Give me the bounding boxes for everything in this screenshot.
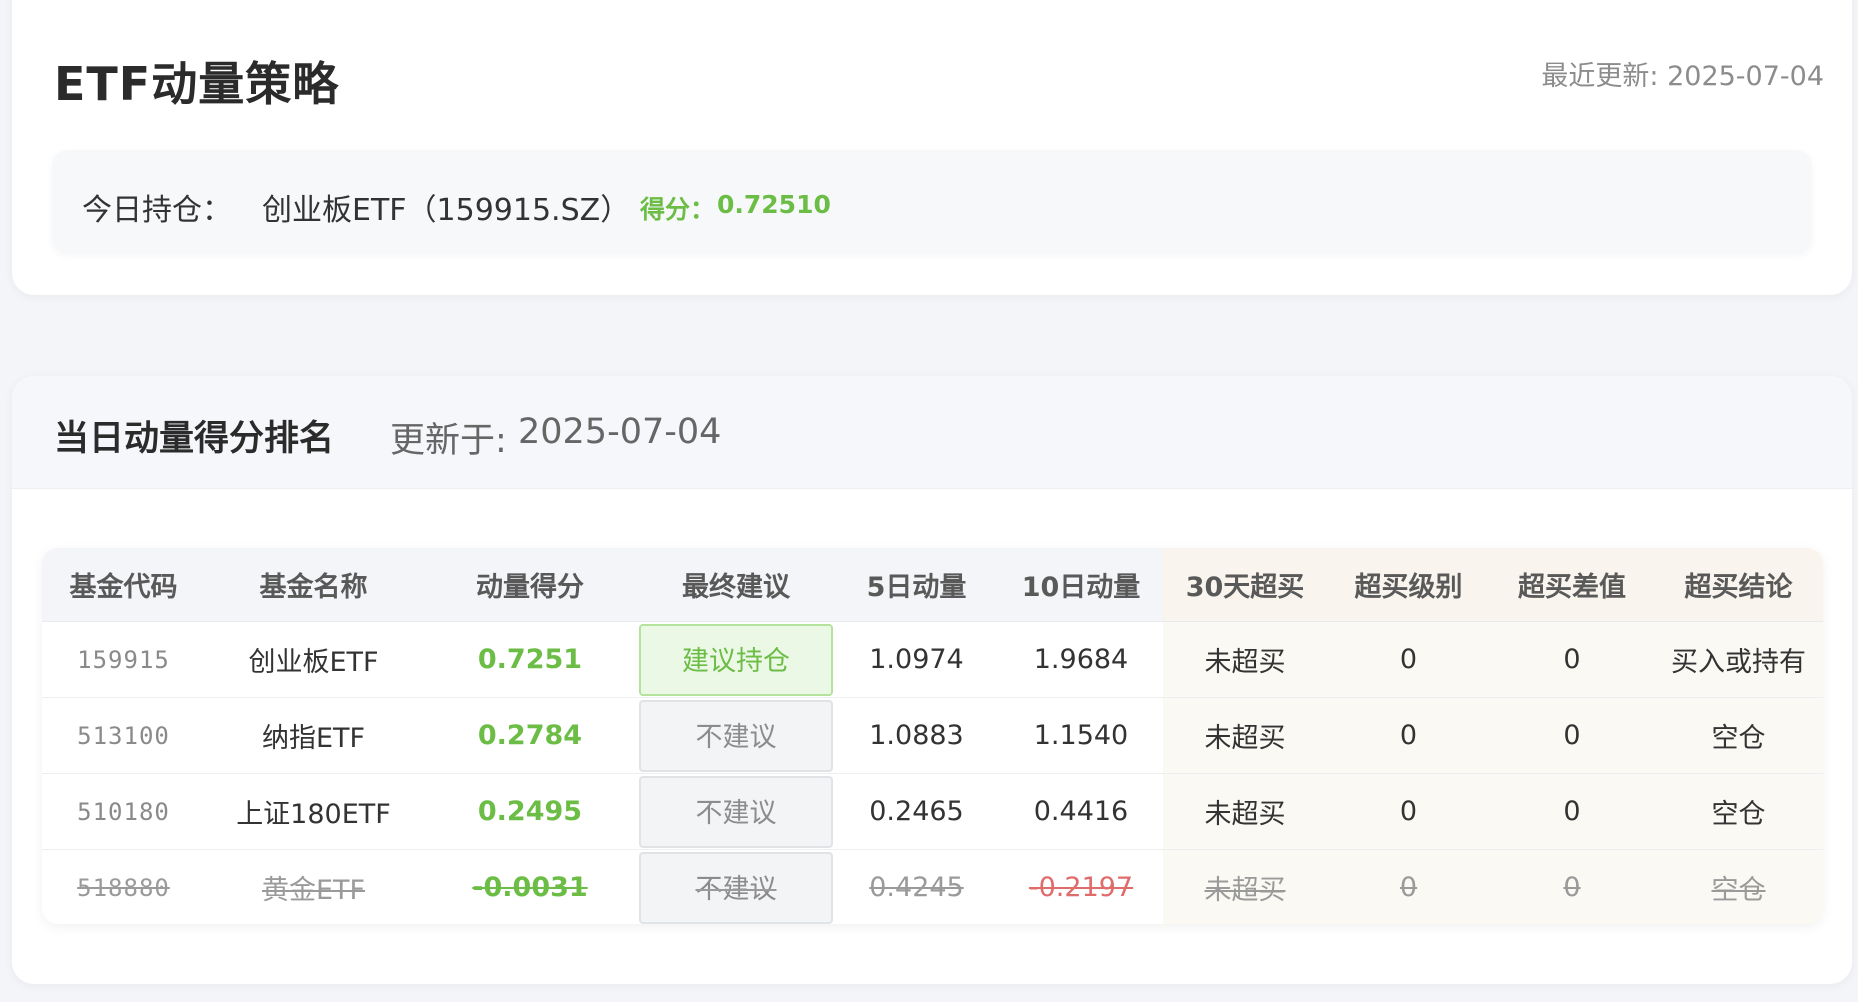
cell-name: 黄金ETF — [261, 875, 366, 906]
col-header-10d-momentum[interactable]: 10日动量 — [999, 548, 1163, 622]
col-header-name[interactable]: 基金名称 — [205, 548, 422, 622]
col-header-score[interactable]: 动量得分 — [422, 548, 638, 622]
cell-30d-overbought: 未超买 — [1163, 621, 1327, 698]
col-header-overbought-level[interactable]: 超买级别 — [1327, 548, 1490, 622]
cell-score: 0.7251 — [422, 621, 638, 698]
table-row[interactable]: 513100 纳指ETF 0.2784 不建议 1.0883 1.1540 未超… — [42, 697, 1823, 774]
cell-code: 518880 — [77, 873, 170, 902]
col-header-overbought-conclusion[interactable]: 超买结论 — [1654, 548, 1823, 622]
col-header-code[interactable]: 基金代码 — [42, 548, 205, 622]
cell-name: 创业板ETF — [205, 621, 422, 698]
cell-5d-momentum: 0.2465 — [834, 773, 999, 850]
cell-overbought-diff: 0 — [1490, 773, 1654, 850]
cell-30d-overbought: 未超买 — [1163, 773, 1327, 850]
cell-5d-momentum: 0.4245 — [869, 872, 964, 903]
strategy-summary-card: ETF动量策略 最近更新: 2025-07-04 今日持仓： 创业板ETF（15… — [12, 0, 1852, 295]
cell-30d-overbought: 未超买 — [1163, 849, 1327, 924]
cell-advice: 不建议 — [638, 697, 834, 774]
ranking-table-container[interactable]: 基金代码 基金名称 动量得分 最终建议 5日动量 10日动量 30天超买 超买级… — [42, 548, 1823, 924]
cell-advice: 不建议 — [638, 850, 834, 925]
cell-code: 513100 — [42, 697, 205, 774]
col-header-30d-overbought[interactable]: 30天超买 — [1163, 548, 1327, 622]
cell-overbought-conclusion: 空仓 — [1654, 697, 1823, 774]
table-row[interactable]: 159915 创业板ETF 0.7251 建议持仓 1.0974 1.9684 … — [42, 621, 1823, 698]
cell-overbought-conclusion: 空仓 — [1654, 849, 1823, 924]
ranking-updated-label: 更新于: — [390, 421, 507, 461]
col-header-5d-momentum[interactable]: 5日动量 — [834, 548, 999, 622]
cell-code: 510180 — [42, 773, 205, 850]
page-title: ETF动量策略 — [54, 57, 340, 111]
cell-score: 0.2495 — [422, 773, 638, 850]
ranking-table: 基金代码 基金名称 动量得分 最终建议 5日动量 10日动量 30天超买 超买级… — [42, 548, 1823, 924]
cell-10d-momentum: 0.4416 — [999, 773, 1163, 850]
ranking-updated-date: 2025-07-04 — [518, 412, 722, 452]
holding-label: 今日持仓： — [82, 193, 232, 228]
cell-name: 上证180ETF — [205, 773, 422, 850]
momentum-ranking-card: 当日动量得分排名 更新于: 2025-07-04 基金代码 基金名称 动量得分 … — [12, 376, 1852, 984]
last-updated-text: 最近更新: 2025-07-04 — [1541, 61, 1824, 92]
cell-overbought-diff: 0 — [1490, 697, 1654, 774]
cell-overbought-level: 0 — [1327, 849, 1490, 924]
cell-advice: 建议持仓 — [638, 621, 834, 698]
table-row[interactable]: 518880 黄金ETF -0.0031 不建议 0.4245 -0.2197 … — [42, 849, 1823, 925]
cell-overbought-conclusion: 买入或持有 — [1654, 621, 1823, 698]
cell-10d-momentum: 1.1540 — [999, 697, 1163, 774]
cell-5d-momentum: 1.0883 — [834, 697, 999, 774]
cell-code: 159915 — [42, 621, 205, 698]
cell-score: -0.0031 — [472, 872, 588, 903]
cell-advice: 不建议 — [638, 773, 834, 850]
col-header-advice[interactable]: 最终建议 — [638, 548, 834, 622]
cell-overbought-level: 0 — [1327, 697, 1490, 774]
table-header-row: 基金代码 基金名称 动量得分 最终建议 5日动量 10日动量 30天超买 超买级… — [42, 548, 1823, 622]
col-header-overbought-diff[interactable]: 超买差值 — [1490, 548, 1654, 622]
cell-overbought-conclusion: 空仓 — [1654, 773, 1823, 850]
advice-badge-no: 不建议 — [639, 851, 833, 924]
cell-5d-momentum: 1.0974 — [834, 621, 999, 698]
advice-badge-no: 不建议 — [639, 775, 833, 848]
today-holding-panel: 今日持仓： 创业板ETF（159915.SZ） 得分： 0.72510 — [52, 150, 1812, 254]
ranking-title: 当日动量得分排名 — [54, 419, 335, 459]
advice-badge-hold: 建议持仓 — [639, 623, 833, 696]
cell-10d-momentum: 1.9684 — [999, 621, 1163, 698]
cell-overbought-diff: 0 — [1490, 849, 1654, 924]
cell-overbought-diff: 0 — [1490, 621, 1654, 698]
cell-score: 0.2784 — [422, 697, 638, 774]
cell-overbought-level: 0 — [1327, 621, 1490, 698]
holding-score-label: 得分： — [640, 195, 716, 224]
ranking-header: 当日动量得分排名 更新于: 2025-07-04 — [12, 376, 1852, 489]
cell-30d-overbought: 未超买 — [1163, 697, 1327, 774]
holding-fund: 创业板ETF（159915.SZ） — [262, 193, 631, 228]
cell-overbought-level: 0 — [1327, 773, 1490, 850]
advice-badge-no: 不建议 — [639, 699, 833, 772]
cell-10d-momentum: -0.2197 — [1028, 872, 1134, 903]
table-row[interactable]: 510180 上证180ETF 0.2495 不建议 0.2465 0.4416… — [42, 773, 1823, 850]
cell-name: 纳指ETF — [205, 697, 422, 774]
holding-score-value: 0.72510 — [717, 190, 831, 219]
